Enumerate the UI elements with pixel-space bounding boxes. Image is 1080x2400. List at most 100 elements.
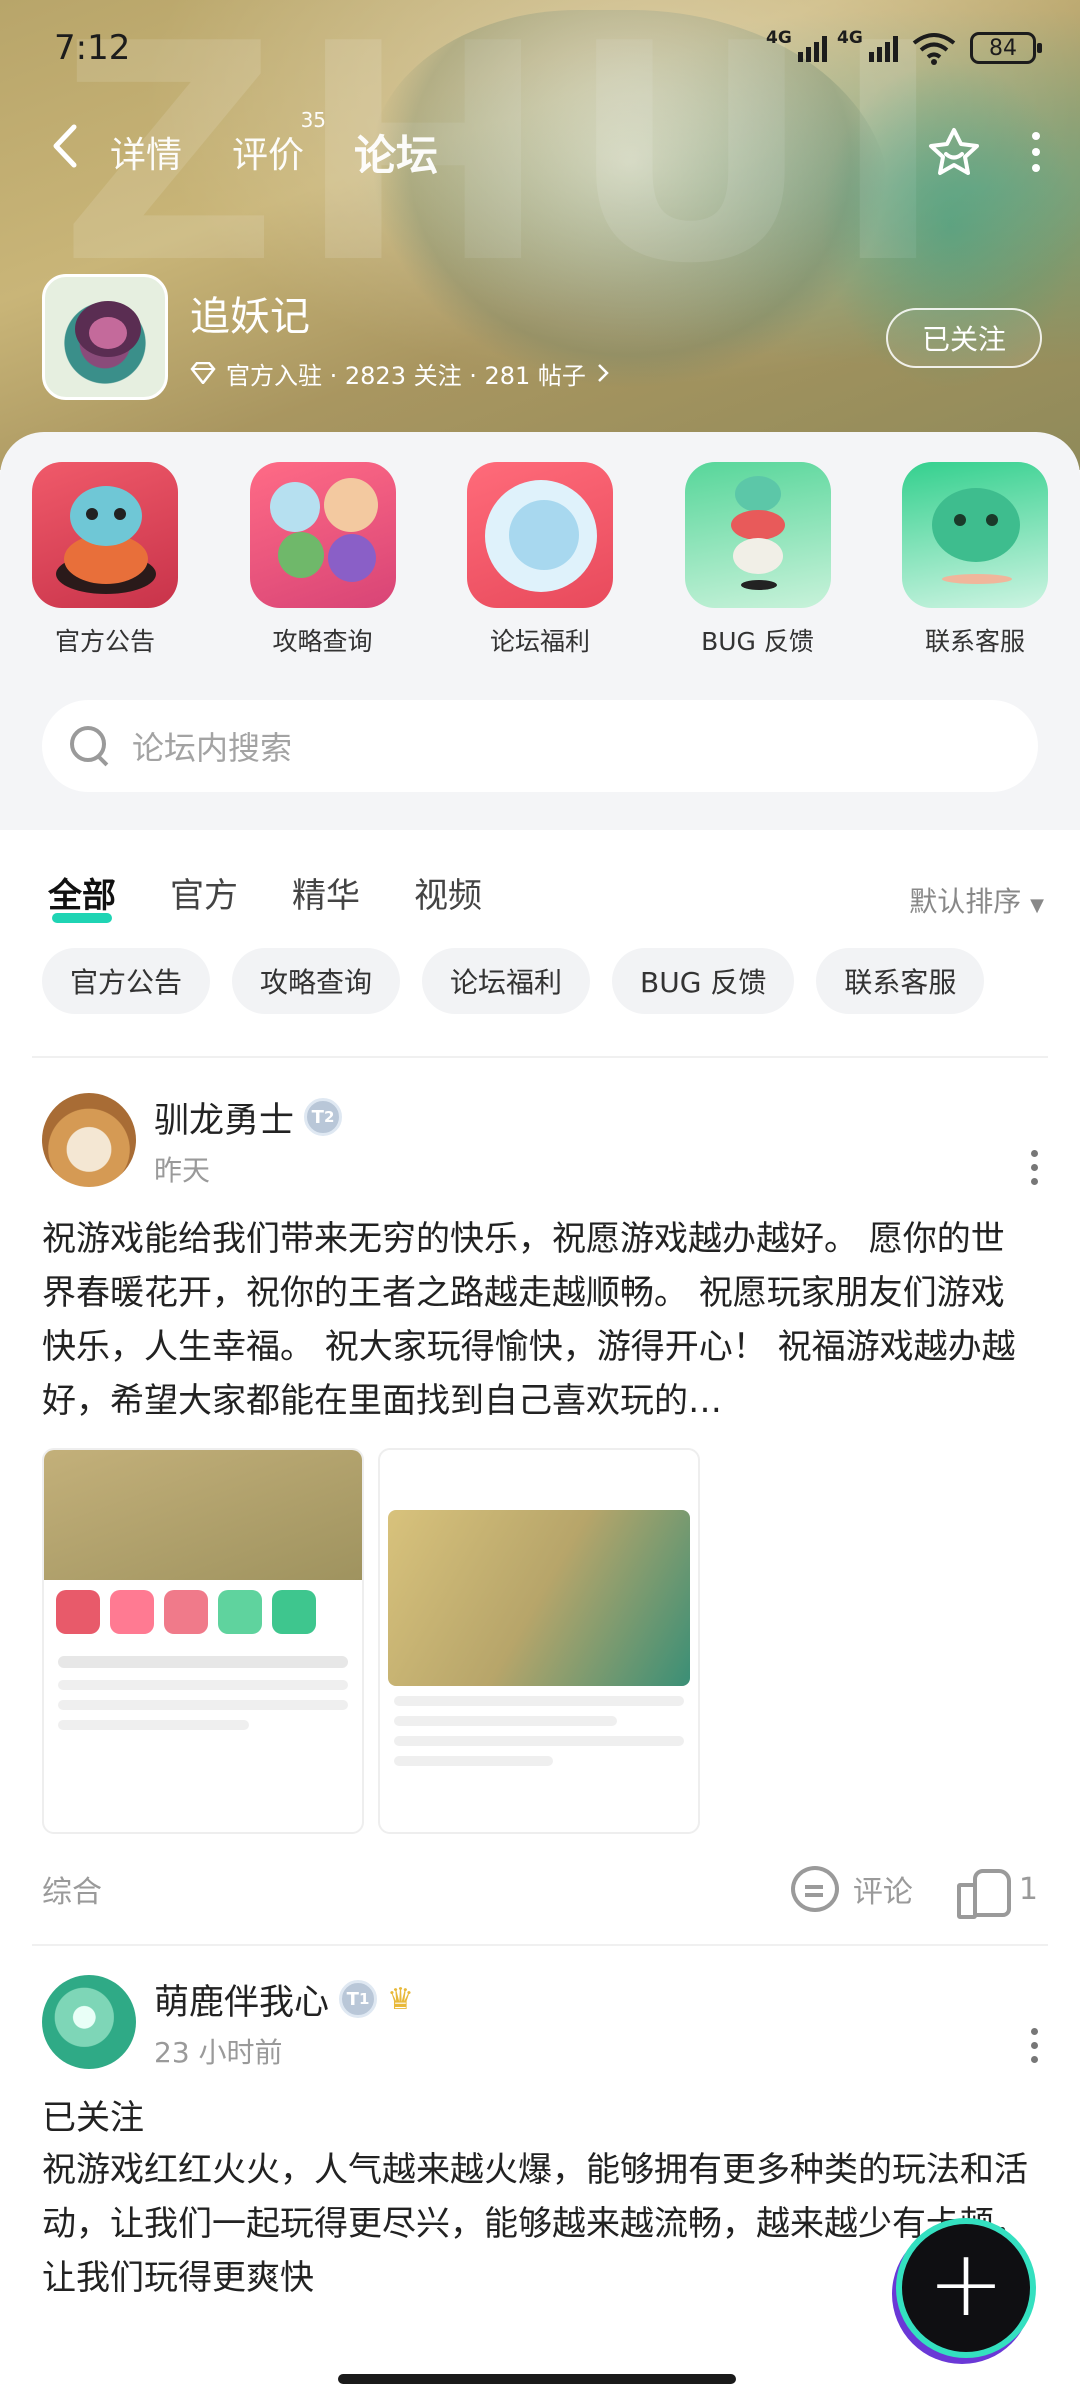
divider (32, 1056, 1048, 1058)
tab-reviews[interactable]: 评价 35 (232, 108, 326, 178)
chevron-right-icon (598, 364, 609, 382)
quick-link-announcements[interactable]: 官方公告 (32, 462, 178, 658)
avatar[interactable] (42, 1093, 136, 1187)
home-indicator[interactable] (338, 2374, 736, 2384)
guide-icon (249, 462, 396, 608)
level-number: 1 (358, 1990, 370, 2008)
search-icon (70, 726, 110, 766)
signal-icon: 4G (837, 28, 898, 62)
like-button[interactable]: 1 (956, 1867, 1038, 1919)
plus-icon: + (927, 2230, 1005, 2337)
post-card[interactable]: 驯龙勇士 T2 昨天 祝游戏能给我们带来无穷的快乐，祝愿游戏越办越好。 愿你的世… (0, 1092, 1080, 1944)
favorite-icon[interactable] (926, 126, 982, 178)
comment-button[interactable]: 评论 (790, 1866, 913, 1912)
author-name[interactable]: 驯龙勇士 (154, 1092, 294, 1143)
comment-icon (790, 1866, 839, 1912)
tab-label: 论坛 (354, 130, 439, 180)
quick-link-guides[interactable]: 攻略查询 (249, 462, 396, 658)
game-stats-link[interactable]: 官方入驻 · 2823 关注 · 281 帖子 (190, 356, 610, 391)
quick-link-label: 联系客服 (924, 627, 1025, 656)
announcement-icon (32, 462, 178, 608)
post-header: 萌鹿伴我心 T1 ♛ 23 小时前 (42, 1974, 1038, 2070)
sort-label: 默认排序 (909, 885, 1022, 918)
more-options-icon[interactable] (1032, 132, 1040, 172)
create-post-button[interactable]: + (896, 2218, 1036, 2358)
quick-links: 官方公告 攻略查询 论坛福利 BUG 反馈 联系客服 (0, 432, 1080, 658)
author-name-row: 萌鹿伴我心 T1 ♛ (154, 1974, 414, 2025)
post-text: 祝游戏能给我们带来无穷的快乐，祝愿游戏越办越好。 愿你的世界春暖花开，祝你的王者… (42, 1219, 1016, 1421)
top-nav: 详情 评价 35 论坛 (0, 108, 1080, 192)
tab-details[interactable]: 详情 (110, 126, 182, 178)
tab-label: 详情 (110, 135, 183, 176)
filter-tab-label: 官方 (170, 875, 238, 916)
chip-customer-service[interactable]: 联系客服 (816, 948, 985, 1014)
chip-bug-report[interactable]: BUG 反馈 (612, 948, 795, 1014)
post-time: 23 小时前 (154, 2035, 283, 2069)
level-number: 2 (323, 1108, 335, 1126)
quick-link-bug-report[interactable]: BUG 反馈 (684, 462, 831, 658)
category-chips: 官方公告 攻略查询 论坛福利 BUG 反馈 联系客服 (0, 948, 1080, 1014)
post-image[interactable] (378, 1448, 700, 1834)
post-feed: 全部 官方 精华 视频 默认排序 ▼ 官方公告 攻略查询 论坛福利 BUG 反馈… (0, 830, 1080, 2400)
game-meta: 追妖记 官方入驻 · 2823 关注 · 281 帖子 (190, 284, 610, 391)
tab-label: 评价 (232, 135, 305, 176)
game-name: 追妖记 (190, 293, 310, 340)
quick-link-label: 论坛福利 (489, 627, 590, 656)
filter-tab-video[interactable]: 视频 (414, 868, 482, 917)
sort-dropdown[interactable]: 默认排序 ▼ (909, 880, 1044, 920)
chip-guides[interactable]: 攻略查询 (232, 948, 401, 1014)
review-count: 35 (300, 108, 327, 132)
search-placeholder: 论坛内搜索 (132, 729, 293, 767)
battery-level: 84 (989, 35, 1017, 61)
post-text: 祝游戏红红火火，人气越来越火爆，能够拥有更多种类的玩法和活动，让我们一起玩得更尽… (42, 2150, 1028, 2298)
comment-label: 评论 (852, 1875, 913, 1910)
back-icon[interactable] (50, 123, 110, 181)
network-type-label: 4G (766, 28, 792, 48)
nav-actions (926, 112, 1040, 192)
author-info: 萌鹿伴我心 T1 ♛ 23 小时前 (154, 1974, 414, 2071)
tab-forum[interactable]: 论坛 (354, 122, 439, 187)
filter-tab-all[interactable]: 全部 (48, 868, 116, 923)
level-badge-icon: T2 (304, 1098, 343, 1136)
status-icons: 4G 4G 84 (766, 28, 1042, 65)
post-footer: 综合 评论 1 (42, 1834, 1038, 1944)
caret-down-icon: ▼ (1030, 895, 1044, 916)
forum-search-bar[interactable]: 论坛内搜索 (42, 700, 1038, 792)
quick-link-customer-service[interactable]: 联系客服 (902, 462, 1048, 658)
quick-link-label: 攻略查询 (272, 627, 373, 656)
author-info: 驯龙勇士 T2 昨天 (154, 1092, 343, 1189)
customer-service-icon (902, 462, 1048, 608)
battery-icon: 84 (970, 32, 1042, 64)
filter-tabs: 全部 官方 精华 视频 默认排序 ▼ (0, 830, 1080, 926)
game-icon (42, 274, 168, 400)
filter-tab-label: 全部 (48, 875, 116, 916)
thumbs-up-icon (956, 1867, 1011, 1919)
follow-status: 已关注 (42, 2098, 144, 2138)
post-image[interactable] (42, 1448, 364, 1834)
avatar[interactable] (42, 1975, 136, 2069)
quick-link-benefits[interactable]: 论坛福利 (467, 462, 613, 658)
diamond-icon (190, 362, 216, 384)
quick-link-label: BUG 反馈 (701, 627, 814, 656)
chip-benefits[interactable]: 论坛福利 (422, 948, 591, 1014)
filter-tab-official[interactable]: 官方 (170, 868, 238, 917)
crown-icon: ♛ (387, 1981, 414, 2017)
filter-tab-label: 精华 (292, 875, 360, 916)
post-images (42, 1448, 1038, 1834)
post-more-icon[interactable] (1031, 2028, 1038, 2063)
author-name-row: 驯龙勇士 T2 (154, 1092, 343, 1143)
post-more-icon[interactable] (1031, 1150, 1038, 1185)
filter-tab-label: 视频 (414, 875, 482, 916)
author-name[interactable]: 萌鹿伴我心 (154, 1974, 329, 2025)
filter-tab-featured[interactable]: 精华 (292, 868, 360, 917)
game-stats: 官方入驻 · 2823 关注 · 281 帖子 (226, 361, 586, 390)
level-badge-icon: T1 (339, 1980, 378, 2018)
game-info: 追妖记 官方入驻 · 2823 关注 · 281 帖子 已关注 (42, 274, 1042, 400)
post-actions: 评论 1 (790, 1866, 1038, 1919)
post-header: 驯龙勇士 T2 昨天 (42, 1092, 1038, 1188)
quick-link-label: 官方公告 (54, 627, 155, 656)
follow-button[interactable]: 已关注 (886, 308, 1042, 368)
post-category[interactable]: 综合 (42, 1867, 102, 1911)
chip-announcements[interactable]: 官方公告 (42, 948, 211, 1014)
signal-icon: 4G (766, 28, 827, 62)
